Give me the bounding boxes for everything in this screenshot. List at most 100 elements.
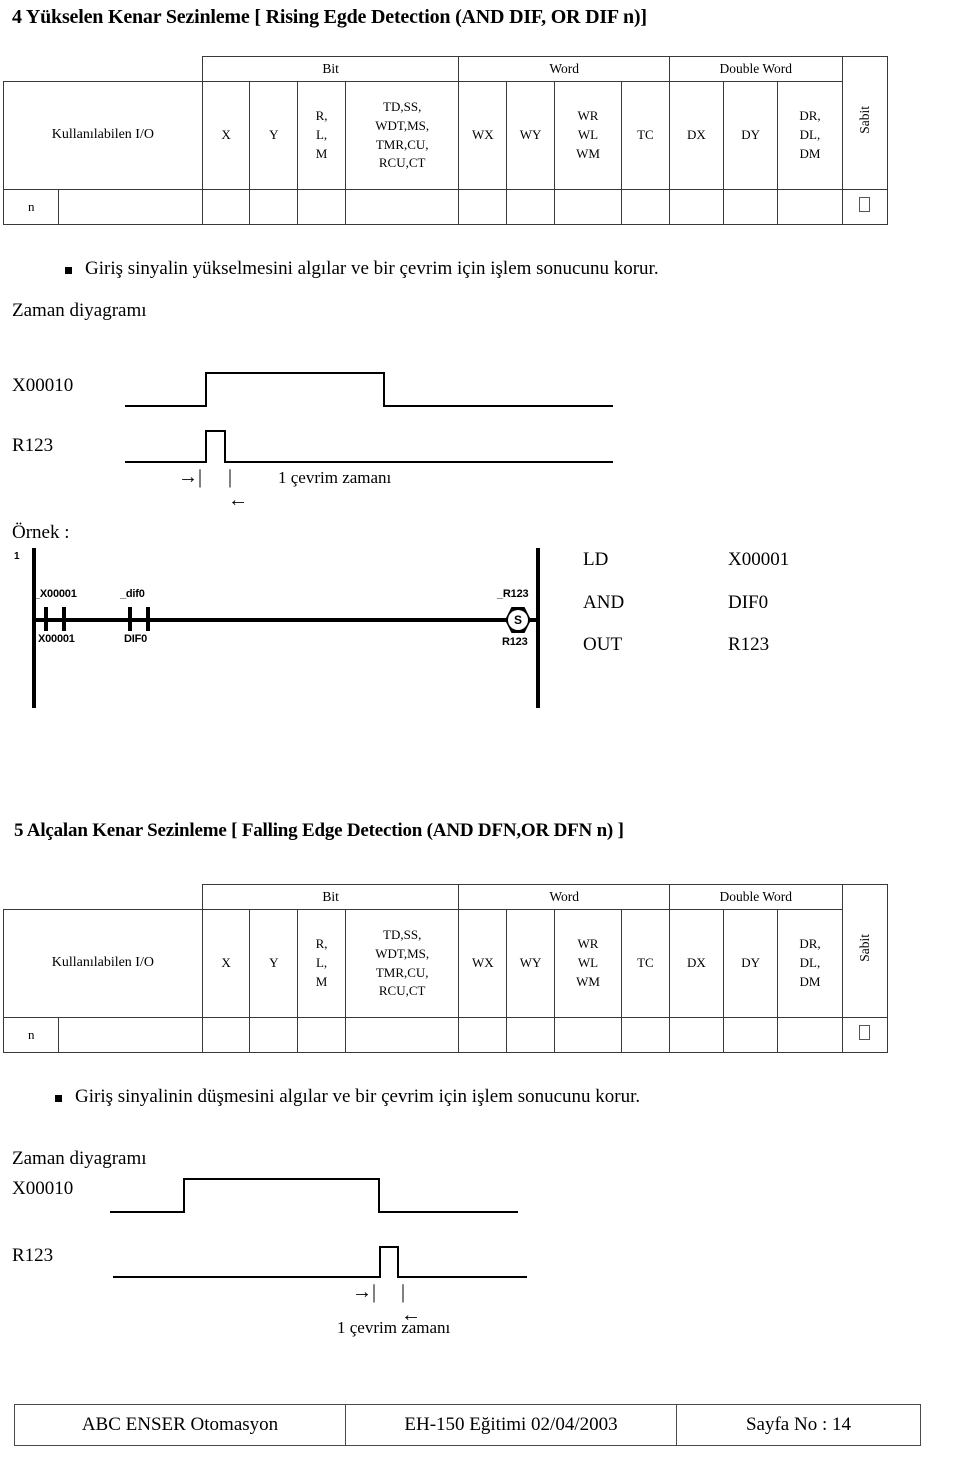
wave4b-high — [205, 430, 226, 432]
rlm-line-2: L, — [315, 955, 328, 971]
d-line-1: DR, — [799, 108, 821, 124]
contact2-left-bar — [128, 607, 132, 631]
td-line-1: TD,SS, — [383, 98, 422, 114]
td-line-1: TD,SS, — [383, 926, 422, 942]
cell-timers — [344, 189, 460, 225]
col-header-y: Y — [249, 81, 299, 190]
coil-glyph: S — [508, 610, 528, 630]
instruction-operand-2: R123 — [728, 634, 770, 655]
cell-dx — [668, 1017, 725, 1053]
coil-bottom-tag: R123 — [502, 636, 528, 648]
wave4b-low-left — [125, 461, 207, 463]
section5-bullet-text: Giriş sinyalinin düşmesini algılar ve bi… — [75, 1086, 641, 1107]
td-line-4: RCU,CT — [378, 983, 426, 999]
col-header-timers: TD,SS, WDT,MS, TMR,CU, RCU,CT — [344, 909, 460, 1018]
cell-wy — [506, 1017, 555, 1053]
cycle4-label: 1 çevrim zamanı — [278, 468, 392, 487]
contact1-bottom-tag: X00001 — [38, 633, 75, 645]
group-bit: Bit — [201, 884, 460, 910]
w-line-3: WM — [576, 145, 600, 161]
w-line-1: WR — [577, 936, 599, 952]
cell-x — [201, 1017, 251, 1053]
sabit-label: Sabit — [857, 934, 873, 963]
cell-wrwlwm — [553, 1017, 623, 1053]
group-sabit: Sabit — [841, 884, 889, 1018]
wave4b-rise — [205, 430, 207, 463]
contact1-top-tag: _X00001 — [34, 588, 77, 600]
wave4a-high — [205, 372, 385, 374]
cell-dy — [723, 189, 779, 225]
col-header-x: X — [201, 81, 251, 190]
section5-timing-title: Zaman diyagramı — [12, 1148, 147, 1169]
group-blank-cell — [4, 885, 203, 910]
rlm-line-3: M — [315, 973, 328, 989]
sabit-label: Sabit — [857, 106, 873, 135]
wave5b-low-left — [113, 1276, 381, 1278]
rlm-line-3: M — [315, 145, 328, 161]
wave5b-high — [379, 1246, 399, 1248]
col-header-dy: DY — [723, 909, 779, 1018]
wave4a-low-right — [383, 405, 613, 407]
wave5a-low-left — [110, 1211, 185, 1213]
instruction-operand-0: X00001 — [728, 549, 790, 570]
io-usable-label: Kullanılabilen I/O — [3, 81, 203, 190]
td-line-3: TMR,CU, — [375, 136, 429, 152]
cell-y — [249, 189, 299, 225]
contact1-left-bar — [44, 607, 48, 631]
cycle5-arrow-left-icon: →| — [352, 1281, 377, 1303]
d-line-2: DL, — [799, 127, 821, 143]
wave4a-fall — [383, 372, 385, 407]
io-spec-table-section5: Bit Word Double Word Sabit Kullanılabile… — [2, 884, 889, 1053]
table-group-header-row: Bit Word Double Word Sabit — [4, 56, 889, 190]
wave4a-low-left — [125, 405, 207, 407]
cell-sabit — [841, 1017, 889, 1053]
checkbox-glyph-icon — [859, 196, 871, 212]
col-header-wx: WX — [458, 81, 508, 190]
col-header-rlm: R, L, M — [297, 81, 346, 190]
timing5-signal2-label: R123 — [12, 1245, 54, 1266]
group-bit: Bit — [201, 56, 460, 82]
d-line-2: DL, — [799, 955, 821, 971]
set-coil-icon: S — [505, 607, 531, 633]
instruction-operand-1: DIF0 — [728, 592, 769, 613]
col-header-y: Y — [249, 909, 299, 1018]
instruction-op-0: LD — [583, 549, 609, 570]
footer-company: ABC ENSER Otomasyon — [15, 1405, 346, 1445]
col-header-wrwlwm: WR WL WM — [553, 81, 623, 190]
cell-wrwlwm — [553, 189, 623, 225]
col-header-drdldm: DR, DL, DM — [777, 81, 843, 190]
section-4-heading: 4 Yükselen Kenar Sezinleme [ Rising Egde… — [12, 6, 647, 28]
d-line-3: DM — [799, 145, 821, 161]
cell-sabit — [841, 189, 889, 225]
row-label-n: n — [2, 189, 60, 225]
contact2-top-tag: _dif0 — [120, 588, 145, 600]
footer-page-number: Sayfa No : 14 — [745, 1414, 851, 1435]
cell-rlm — [297, 1017, 346, 1053]
page-footer: ABC ENSER Otomasyon EH-150 Eğitimi 02/04… — [14, 1404, 921, 1446]
d-line-1: DR, — [799, 936, 821, 952]
cell-y — [249, 1017, 299, 1053]
group-sabit: Sabit — [841, 56, 889, 190]
rung-number: 1 — [14, 551, 20, 562]
col-header-dx: DX — [668, 81, 725, 190]
bullet-square-icon — [65, 267, 72, 274]
cell-drdldm — [777, 1017, 843, 1053]
section4-timing-title: Zaman diyagramı — [12, 300, 147, 321]
section4-bullet-text: Giriş sinyalin yükselmesini algılar ve b… — [85, 258, 659, 279]
table-row: n — [2, 189, 889, 225]
wave5a-low-right — [378, 1211, 518, 1213]
timing5-signal1-label: X00010 — [12, 1178, 74, 1199]
wave5a-rise — [183, 1178, 185, 1213]
cell-x — [201, 189, 251, 225]
io-spec-table-section4: Bit Word Double Word Sabit Kullanılabile… — [2, 56, 889, 225]
w-line-1: WR — [577, 108, 599, 124]
col-header-wrwlwm: WR WL WM — [553, 909, 623, 1018]
cell-dx — [668, 189, 725, 225]
timing4-signal1-label: X00010 — [12, 375, 74, 396]
cell-wy — [506, 189, 555, 225]
cycle4-arrow-right-icon: |← — [228, 466, 248, 511]
td-line-2: WDT,MS, — [375, 117, 430, 133]
instruction-op-1: AND — [583, 592, 625, 613]
cell-io-blank — [58, 1017, 203, 1053]
rlm-line-1: R, — [315, 108, 328, 124]
